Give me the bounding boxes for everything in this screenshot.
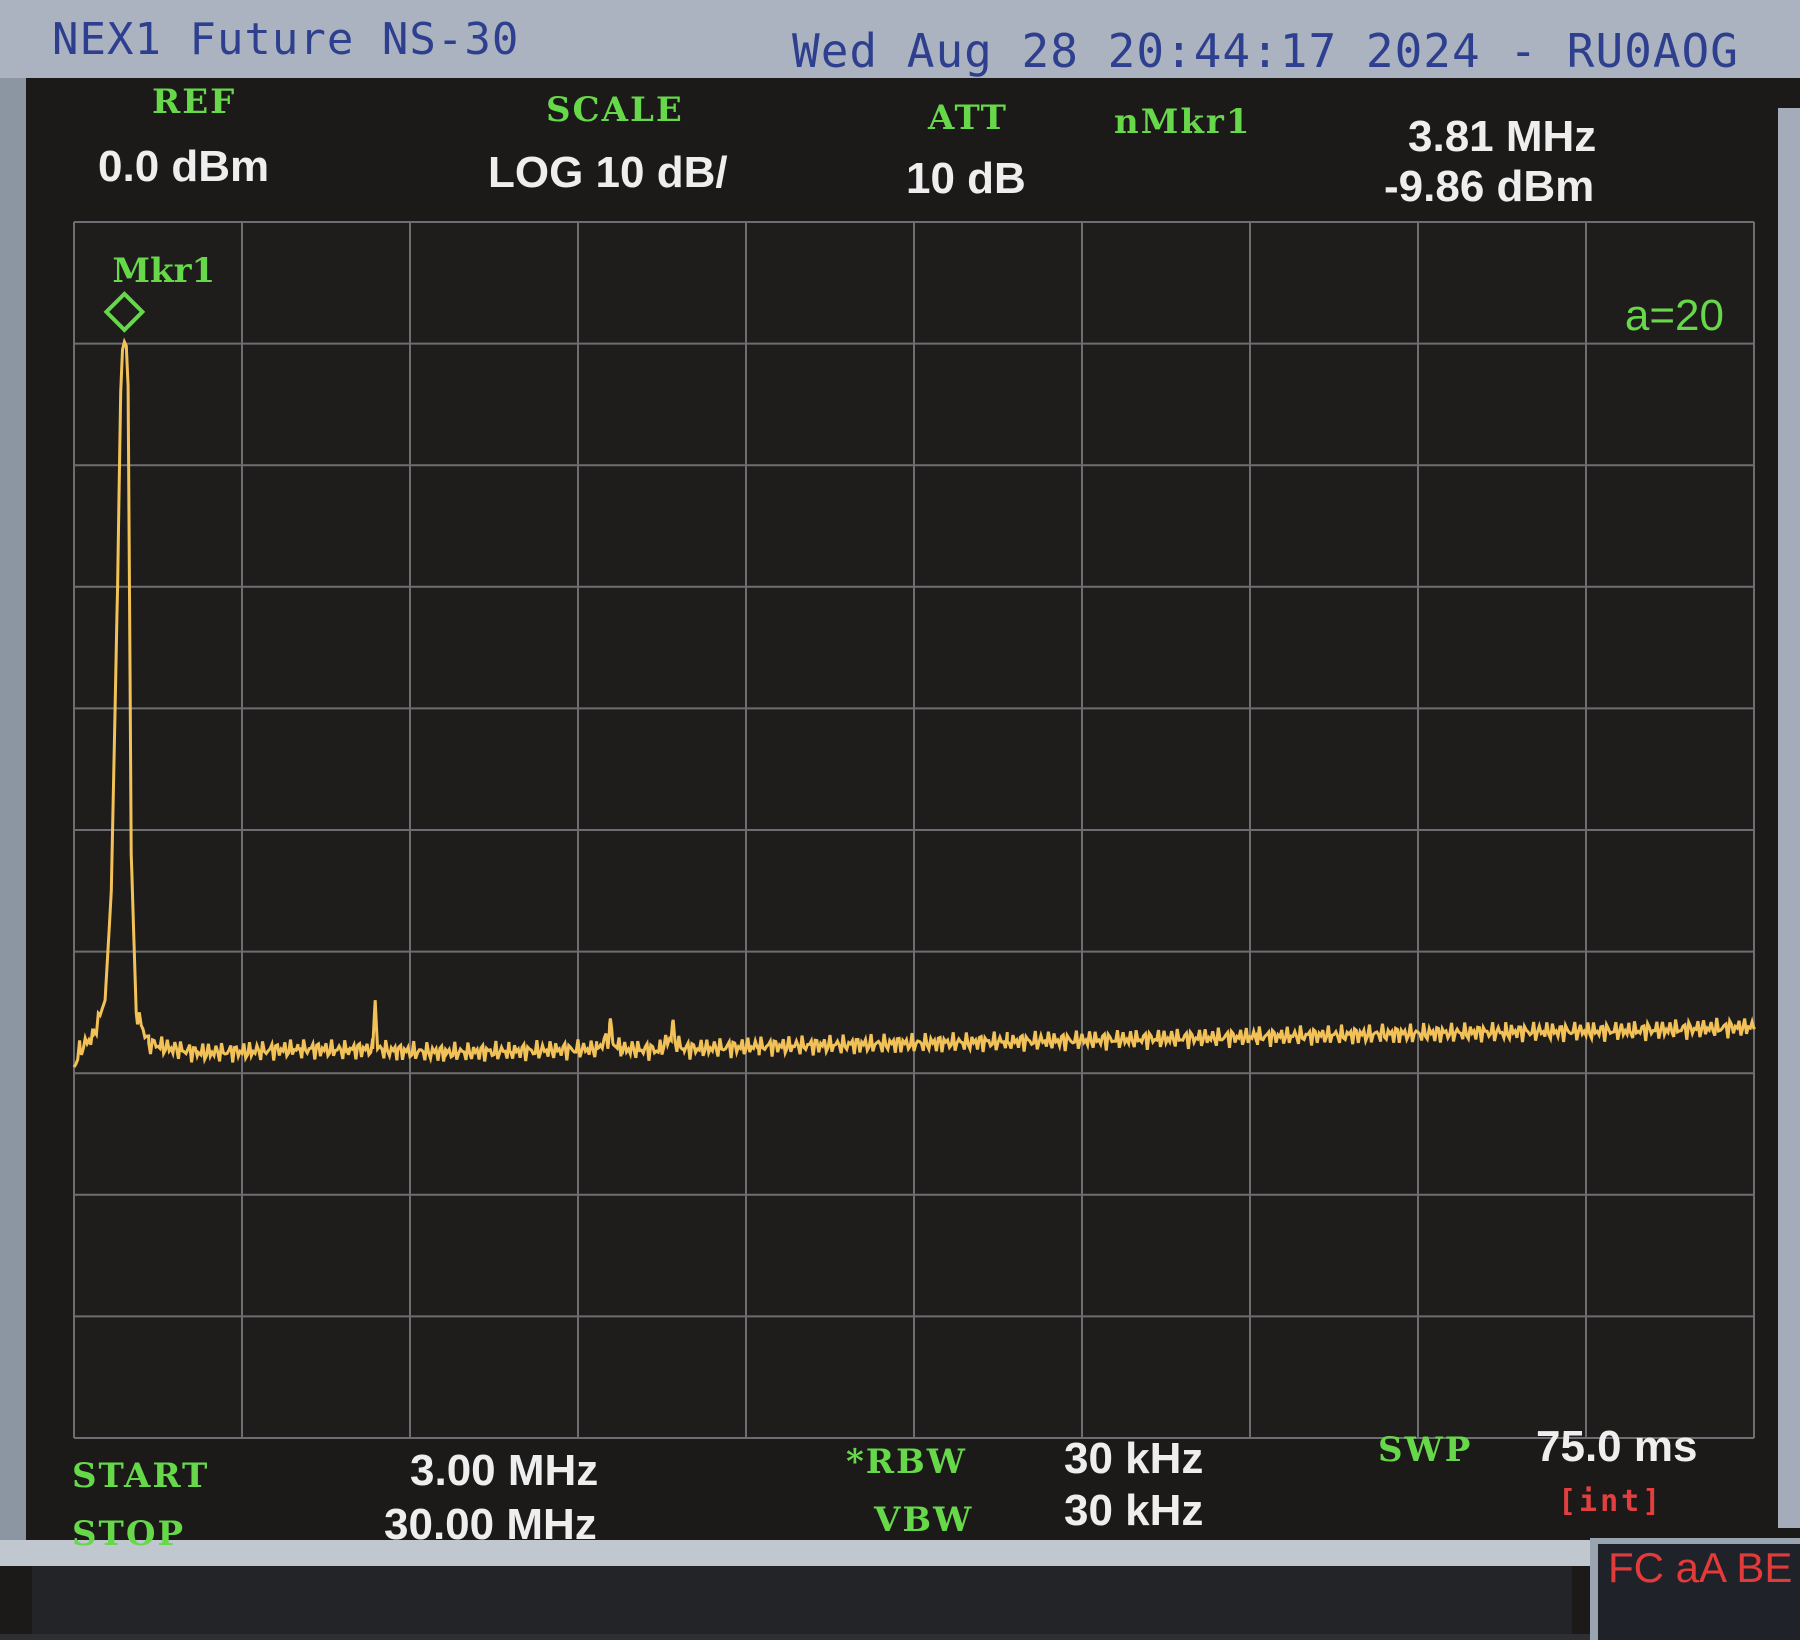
sweep-time: 75.0 ms (1536, 1422, 1698, 1471)
analyzer-screen: NEX1 Future NS-30 Wed Aug 28 20:44:17 20… (0, 0, 1800, 1640)
rbw-label: *RBW (846, 1442, 967, 1482)
spectrum-plot: Mkr1 a=20 (72, 221, 1756, 1439)
sweep-mode: [int] (1558, 1484, 1664, 1519)
marker-tag: Mkr1 (112, 251, 215, 291)
stop-label: STOP (72, 1514, 186, 1554)
stop-frequency: 30.00 MHz (384, 1500, 597, 1549)
vbw-value: 30 kHz (1064, 1486, 1204, 1535)
start-frequency: 3.00 MHz (410, 1446, 599, 1495)
rbw-value: 30 kHz (1064, 1434, 1204, 1483)
average-count: a=20 (1625, 291, 1724, 340)
vbw-label: VBW (874, 1500, 974, 1540)
start-label: START (72, 1456, 210, 1496)
sweep-label: SWP (1378, 1430, 1473, 1470)
